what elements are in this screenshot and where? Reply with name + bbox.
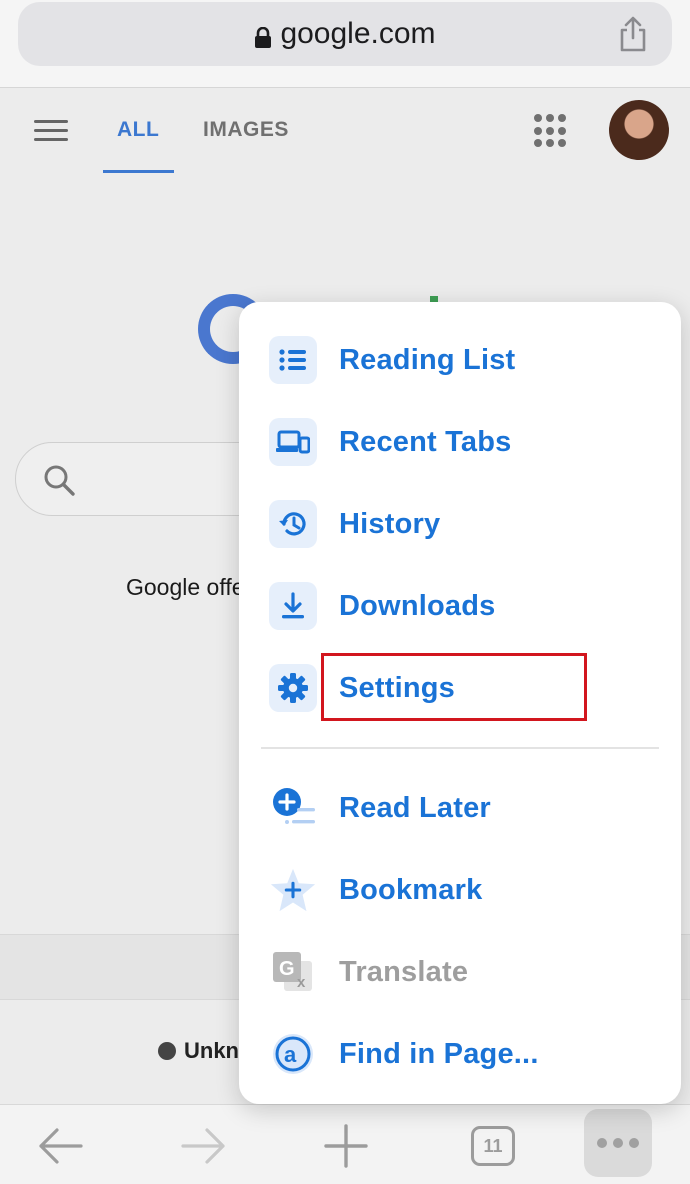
location-status: Unkn [158,1038,239,1064]
menu-item-label: Read Later [339,791,491,824]
menu-item-label: Translate [339,955,469,988]
menu-item-find-in-page[interactable]: a Find in Page... [239,1013,681,1095]
bottom-toolbar: 11 [0,1104,690,1184]
address-display: google.com [254,17,436,51]
tab-count: 11 [471,1126,515,1166]
offered-in-text: Google offe [126,574,245,600]
tab-switcher-button[interactable]: 11 [463,1111,523,1181]
menu-item-label: Find in Page... [339,1037,539,1070]
share-icon[interactable] [618,14,648,54]
svg-text:G: G [279,958,295,980]
menu-item-label: History [339,507,441,540]
address-url: google.com [280,17,436,50]
menu-item-downloads[interactable]: Downloads [239,565,681,647]
menu-item-label: Recent Tabs [339,425,512,458]
new-tab-plus-icon[interactable] [316,1111,376,1181]
menu-item-label: Reading List [339,343,516,376]
tab-all[interactable]: ALL [117,118,159,142]
search-icon [42,463,76,497]
history-icon [269,500,317,548]
hamburger-menu-icon[interactable] [34,120,68,142]
bookmark-icon [269,866,317,914]
location-dot-icon [158,1042,176,1060]
forward-arrow-icon[interactable] [174,1111,234,1181]
tab-images[interactable]: IMAGES [203,118,289,142]
settings-highlight-box [321,653,587,721]
tab-all-underline [103,170,174,173]
reading-list-icon [269,336,317,384]
menu-item-bookmark[interactable]: Bookmark [239,849,681,931]
avatar[interactable] [609,100,669,160]
back-arrow-icon[interactable] [30,1111,90,1181]
menu-item-label: Bookmark [339,873,483,906]
read-later-icon [269,784,317,832]
apps-grid-icon[interactable] [534,114,568,148]
menu-item-read-later[interactable]: Read Later [239,767,681,849]
menu-item-recent-tabs[interactable]: Recent Tabs [239,401,681,483]
lock-icon [254,23,272,48]
menu-item-label: Downloads [339,589,496,622]
recent-tabs-icon [269,418,317,466]
address-bar[interactable]: google.com [18,2,672,66]
find-in-page-icon: a [269,1030,317,1078]
menu-divider [261,747,659,749]
svg-text:x: x [297,974,306,991]
menu-item-history[interactable]: History [239,483,681,565]
browser-address-area: google.com [0,0,690,88]
svg-text:a: a [284,1042,297,1067]
menu-item-translate: Gx Translate [239,931,681,1013]
location-text: Unkn [184,1038,239,1063]
settings-icon [269,664,317,712]
translate-icon: Gx [269,948,317,996]
menu-item-reading-list[interactable]: Reading List [239,319,681,401]
downloads-icon [269,582,317,630]
more-menu-button[interactable] [584,1109,652,1177]
